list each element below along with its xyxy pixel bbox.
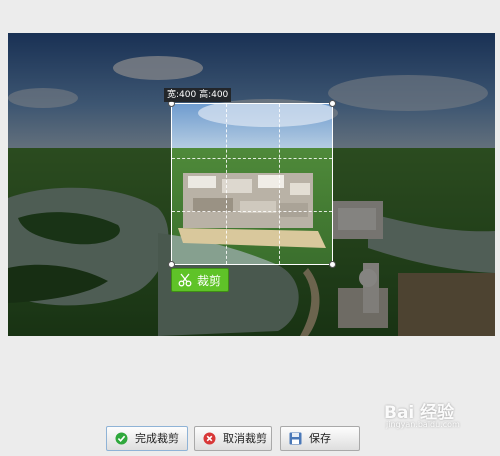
- watermark-url: jingyan.baidu.com: [386, 420, 460, 429]
- crop-handle-top-right[interactable]: [329, 100, 336, 107]
- crop-grid-line: [226, 104, 227, 264]
- crop-mask-left: [8, 103, 171, 265]
- save-button[interactable]: 保存: [280, 426, 360, 451]
- save-label: 保存: [309, 432, 331, 445]
- crop-mask-top: [8, 33, 495, 103]
- crop-confirm-button[interactable]: 裁剪: [171, 268, 229, 292]
- baidu-jingyan-watermark: Bai 经验 jingyan.baidu.com: [384, 398, 494, 438]
- scissors-icon: [178, 273, 192, 287]
- cancel-crop-label: 取消裁剪: [223, 432, 267, 445]
- check-circle-icon: [115, 432, 128, 445]
- crop-selection-box[interactable]: [168, 100, 336, 268]
- crop-confirm-label: 裁剪: [197, 274, 222, 288]
- close-circle-icon: [203, 432, 216, 445]
- cancel-crop-button[interactable]: 取消裁剪: [194, 426, 272, 451]
- crop-mask-bottom: [8, 265, 495, 336]
- crop-handle-bottom-left[interactable]: [168, 261, 175, 268]
- finish-crop-label: 完成裁剪: [135, 432, 179, 445]
- crop-grid-line: [172, 158, 332, 159]
- finish-crop-button[interactable]: 完成裁剪: [106, 426, 188, 451]
- crop-handle-bottom-right[interactable]: [329, 261, 336, 268]
- image-canvas[interactable]: [8, 33, 495, 336]
- crop-size-label: 宽:400 高:400: [164, 88, 232, 102]
- crop-grid-line: [279, 104, 280, 264]
- crop-grid-line: [172, 211, 332, 212]
- floppy-disk-icon: [289, 432, 302, 445]
- crop-mask-right: [333, 103, 495, 265]
